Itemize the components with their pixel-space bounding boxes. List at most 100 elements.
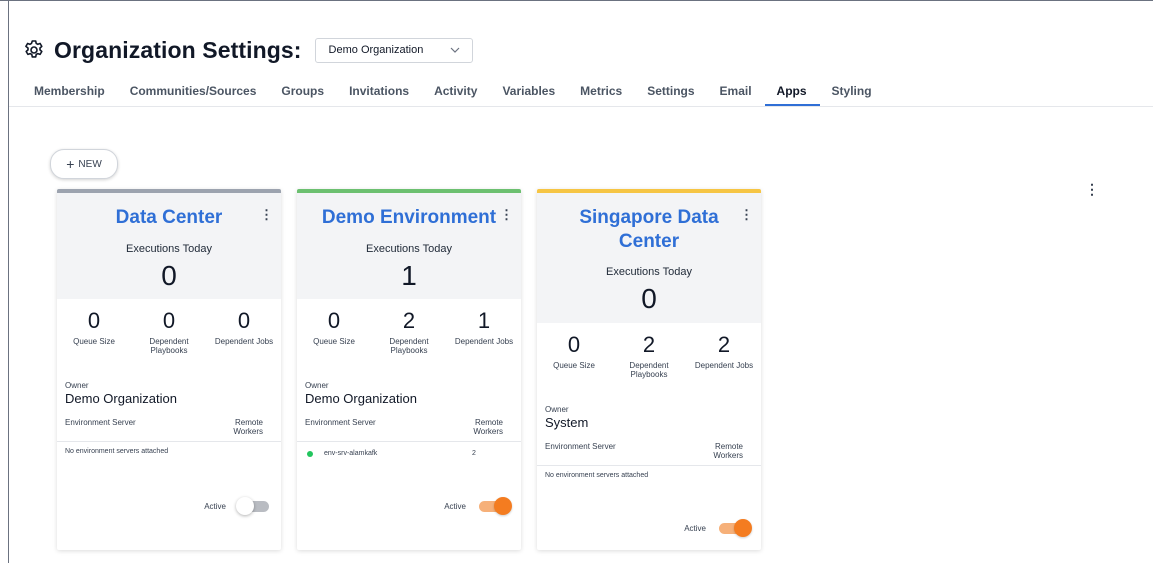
active-control: Active: [204, 497, 272, 515]
active-label: Active: [684, 523, 706, 533]
card-body: 0 Queue Size 2 Dependent Playbooks 1 Dep…: [297, 299, 521, 550]
env-divider: [297, 441, 521, 442]
dependent-jobs-stat: 0 Dependent Jobs: [212, 308, 276, 347]
active-label: Active: [444, 501, 466, 511]
owner-label: Owner: [65, 381, 89, 390]
page-title: Organization Settings:: [54, 36, 302, 63]
queue-size-value: 0: [567, 332, 581, 357]
queue-size-label: Queue Size: [553, 361, 595, 370]
app-card-demo-environment: ⋮ Demo Environment Executions Today 1 0 …: [297, 189, 521, 550]
tab-groups[interactable]: Groups: [281, 78, 324, 106]
executions-label: Executions Today: [125, 243, 213, 255]
dependent-jobs-stat: 1 Dependent Jobs: [452, 308, 516, 347]
card-title[interactable]: Data Center: [85, 206, 253, 230]
more-options-icon[interactable]: ⋮: [1085, 182, 1099, 196]
page-header: Organization Settings: Demo Organization: [22, 33, 473, 67]
env-server-header: Environment Server Remote Workers: [537, 439, 761, 465]
tab-settings[interactable]: Settings: [647, 78, 694, 106]
active-toggle[interactable]: [236, 497, 272, 515]
tab-invitations[interactable]: Invitations: [349, 78, 409, 106]
dependent-jobs-value: 2: [717, 332, 731, 357]
owner-value: Demo Organization: [305, 391, 417, 406]
tab-variables[interactable]: Variables: [502, 78, 555, 106]
tabs-divider: [9, 106, 1153, 107]
tab-styling[interactable]: Styling: [832, 78, 872, 106]
dependent-playbooks-stat: 0 Dependent Playbooks: [137, 308, 201, 356]
executions-label: Executions Today: [365, 243, 453, 255]
tab-apps[interactable]: Apps: [764, 78, 820, 107]
queue-size-value: 0: [327, 308, 341, 333]
queue-size-label: Queue Size: [313, 337, 355, 346]
queue-size-stat: 0 Queue Size: [62, 308, 126, 347]
executions-value: 1: [401, 260, 417, 291]
dependent-playbooks-label: Dependent Playbooks: [149, 337, 189, 355]
queue-size-label: Queue Size: [73, 337, 115, 346]
tab-membership[interactable]: Membership: [34, 78, 105, 106]
env-divider: [537, 465, 761, 466]
dependent-playbooks-stat: 2 Dependent Playbooks: [377, 308, 441, 356]
dependent-jobs-value: 1: [477, 308, 491, 333]
env-server-header: Environment Server Remote Workers: [57, 415, 281, 441]
env-server-label: Environment Server: [65, 418, 136, 427]
dependent-jobs-value: 0: [237, 308, 251, 333]
active-toggle[interactable]: [476, 497, 512, 515]
env-server-name: env-srv-alamkafk: [324, 450, 378, 457]
env-divider: [57, 441, 281, 442]
card-title[interactable]: Singapore Data Center: [567, 206, 731, 254]
queue-size-stat: 0 Queue Size: [542, 332, 606, 371]
active-label: Active: [204, 501, 226, 511]
card-title[interactable]: Demo Environment: [317, 206, 501, 230]
card-accent-bar: [57, 189, 281, 193]
remote-workers-label: Remote Workers: [713, 442, 743, 460]
tab-metrics[interactable]: Metrics: [580, 78, 622, 106]
card-menu-icon[interactable]: ⋮: [740, 208, 753, 221]
new-button-label: NEW: [78, 158, 102, 170]
dependent-playbooks-value: 2: [642, 332, 656, 357]
organization-select[interactable]: Demo Organization: [314, 37, 473, 63]
env-server-label: Environment Server: [545, 442, 616, 451]
app-card-singapore-data-center: ⋮ Singapore Data Center Executions Today…: [537, 189, 761, 550]
tab-email[interactable]: Email: [720, 78, 752, 106]
dependent-jobs-label: Dependent Jobs: [694, 361, 754, 370]
card-accent-bar: [537, 189, 761, 193]
window-frame-left: [8, 0, 9, 563]
window-frame-top: [0, 0, 1153, 1]
tab-activity[interactable]: Activity: [434, 78, 477, 106]
new-button[interactable]: + NEW: [50, 149, 118, 179]
card-accent-bar: [297, 189, 521, 193]
dependent-jobs-label: Dependent Jobs: [214, 337, 274, 346]
remote-workers-label: Remote Workers: [233, 418, 263, 436]
organization-select-value: Demo Organization: [328, 44, 424, 56]
remote-workers-label: Remote Workers: [473, 418, 503, 436]
dependent-jobs-label: Dependent Jobs: [454, 337, 514, 346]
dependent-playbooks-label: Dependent Playbooks: [389, 337, 429, 355]
owner-value: Demo Organization: [65, 391, 177, 406]
env-empty-text: No environment servers attached: [65, 448, 169, 455]
tab-communities-sources[interactable]: Communities/Sources: [130, 78, 257, 106]
queue-size-value: 0: [87, 308, 101, 333]
card-menu-icon[interactable]: ⋮: [500, 208, 513, 221]
executions-label: Executions Today: [605, 266, 693, 278]
owner-label: Owner: [545, 405, 569, 414]
dependent-playbooks-label: Dependent Playbooks: [629, 361, 669, 379]
gear-icon: [25, 40, 43, 58]
dependent-playbooks-value: 0: [162, 308, 176, 333]
remote-workers-count: 2: [472, 450, 476, 457]
card-menu-icon[interactable]: ⋮: [260, 208, 273, 221]
env-server-label: Environment Server: [305, 418, 376, 427]
status-dot-icon: [307, 451, 313, 457]
queue-size-stat: 0 Queue Size: [302, 308, 366, 347]
dependent-playbooks-stat: 2 Dependent Playbooks: [617, 332, 681, 380]
plus-icon: +: [66, 156, 75, 172]
executions-value: 0: [641, 283, 657, 314]
active-toggle[interactable]: [716, 519, 752, 537]
env-server-row[interactable]: env-srv-alamkafk 2: [305, 449, 505, 461]
chevron-down-icon: [450, 47, 459, 53]
executions-value: 0: [161, 260, 177, 291]
owner-value: System: [545, 415, 589, 430]
owner-label: Owner: [305, 381, 329, 390]
card-body: 0 Queue Size 2 Dependent Playbooks 2 Dep…: [537, 323, 761, 550]
active-control: Active: [444, 497, 512, 515]
active-control: Active: [684, 519, 752, 537]
dependent-playbooks-value: 2: [402, 308, 416, 333]
